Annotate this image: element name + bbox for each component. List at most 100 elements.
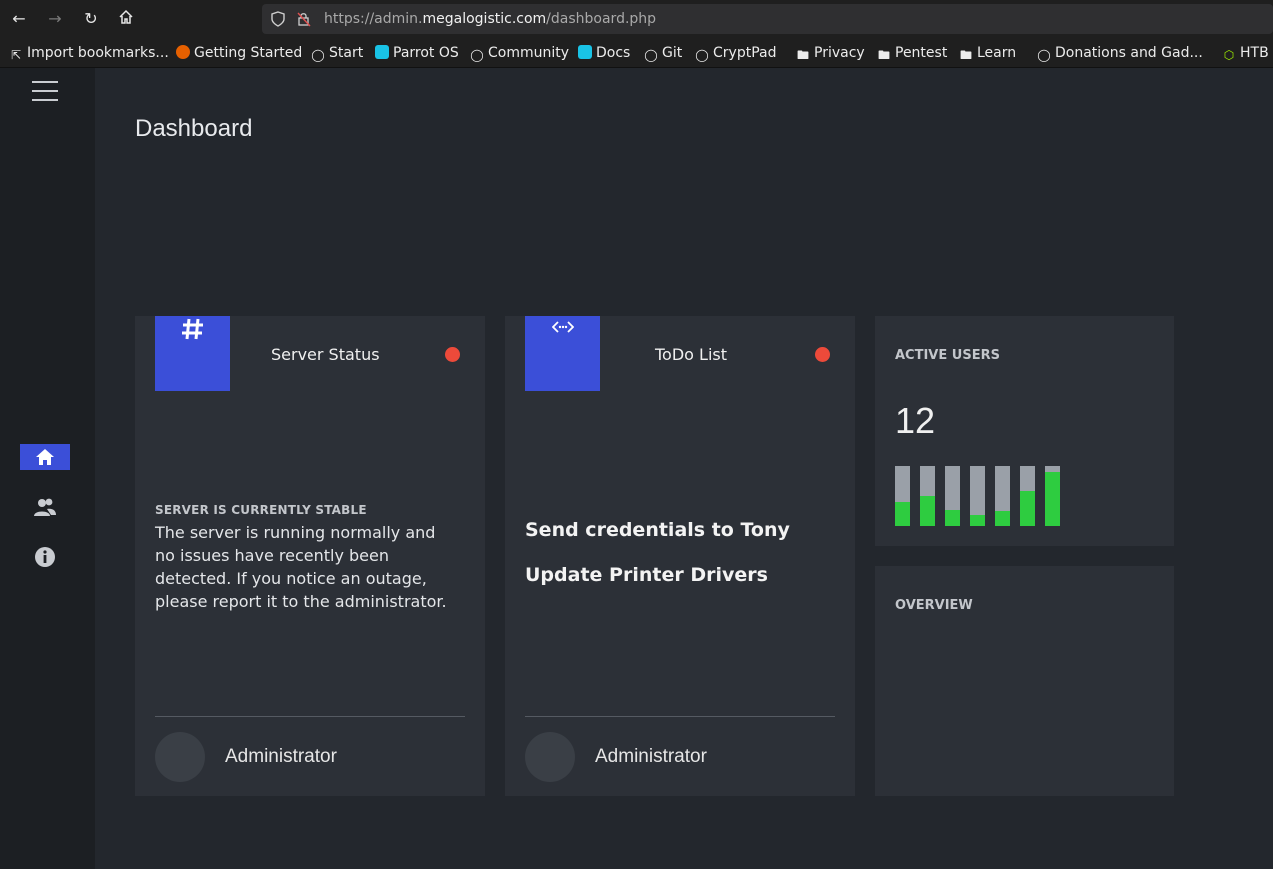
reload-icon[interactable]: ↻ (81, 9, 101, 29)
bookmark-community[interactable]: ◯ Community (470, 45, 569, 63)
active-users-bar-fill (970, 515, 985, 526)
page-title: Dashboard (135, 115, 253, 142)
bookmark-label: Getting Started (194, 45, 303, 61)
bookmark-import[interactable]: ⇱ Import bookmarks... (9, 45, 169, 63)
shield-icon[interactable] (270, 11, 286, 27)
active-users-bar-fill (945, 510, 960, 526)
sidebar-item-info[interactable] (20, 544, 70, 570)
globe-icon: ◯ (644, 48, 658, 62)
active-users-bar-fill (1020, 491, 1035, 526)
bookmark-label: Pentest (895, 45, 948, 61)
bookmark-label: Start (329, 45, 364, 61)
card-owner: Administrator (595, 746, 707, 767)
browser-toolbar: ← → ↻ https://admin.megalogistic.com/das… (0, 0, 1273, 38)
bookmarks-bar: ⇱ Import bookmarks... Getting Started ◯ St… (0, 38, 1273, 101)
globe-icon: ◯ (311, 48, 325, 62)
todo-item: Send credentials to Tony (525, 519, 790, 541)
bookmark-label: CryptPad (713, 45, 777, 61)
bookmark-folder-learn[interactable]: 🖿 Learn (959, 45, 1016, 63)
folder-icon: 🖿 (959, 48, 972, 62)
card-divider (525, 716, 835, 717)
globe-icon: ◯ (470, 48, 484, 62)
bookmark-docs[interactable]: Docs (578, 45, 630, 63)
server-status-heading: SERVER IS CURRENTLY STABLE (155, 503, 367, 517)
folder-icon: 🖿 (877, 48, 890, 62)
htb-icon: ⬡ (1223, 48, 1235, 62)
todo-list-title: ToDo List (655, 345, 728, 364)
bookmark-folder-privacy[interactable]: 🖿 Privacy (796, 45, 865, 63)
active-users-count: 12 (895, 400, 936, 441)
parrot-icon (578, 45, 592, 59)
bookmark-cryptpad[interactable]: ◯ CryptPad (695, 45, 776, 63)
status-dot (445, 347, 460, 362)
code-icon (551, 321, 574, 333)
hash-icon (181, 318, 203, 340)
bookmark-label: Parrot OS (393, 45, 459, 61)
overview-card: OVERVIEW (875, 566, 1174, 796)
active-users-bar (1045, 466, 1060, 526)
url-path: /dashboard.php (546, 11, 657, 27)
bookmark-label: Donations and Gad... (1055, 45, 1203, 61)
overview-title: OVERVIEW (895, 598, 973, 613)
active-users-bar (920, 466, 935, 526)
active-users-bar (1020, 466, 1035, 526)
main-content: Dashboard Server Status SERVER IS CURREN… (95, 68, 1273, 869)
active-users-bar-fill (895, 502, 910, 526)
sidebar-item-users[interactable] (20, 494, 70, 520)
sidebar (0, 68, 95, 869)
card-owner: Administrator (225, 746, 337, 767)
bookmark-parrot-os[interactable]: Parrot OS (375, 45, 459, 63)
active-users-bar (945, 466, 960, 526)
hamburger-menu-icon[interactable] (32, 81, 58, 101)
avatar (155, 732, 205, 782)
todo-list-card: ToDo List Send credentials to Tony Updat… (505, 316, 855, 796)
bookmark-folder-pentest[interactable]: 🖿 Pentest (877, 45, 947, 63)
active-users-bar (970, 466, 985, 526)
server-status-title: Server Status (271, 345, 380, 364)
avatar (525, 732, 575, 782)
firefox-icon (176, 45, 190, 59)
bookmark-git[interactable]: ◯ Git (644, 45, 682, 63)
url-prefix: https://admin. (324, 11, 423, 27)
home-icon (36, 449, 54, 465)
status-dot (815, 347, 830, 362)
info-icon (35, 547, 55, 567)
bookmark-label: Docs (596, 45, 631, 61)
bookmark-label: Import bookmarks... (27, 45, 169, 61)
bookmark-label: Community (488, 45, 570, 61)
import-icon: ⇱ (10, 48, 22, 62)
bookmark-label: Privacy (814, 45, 865, 61)
todo-item: Update Printer Drivers (525, 564, 768, 586)
bookmark-htb[interactable]: ⬡ HTB (1222, 45, 1269, 63)
bookmark-donations[interactable]: ◯ Donations and Gad... (1037, 45, 1203, 63)
home-icon[interactable] (116, 9, 136, 29)
bookmark-label: Learn (977, 45, 1017, 61)
url-bar[interactable]: https://admin.megalogistic.com/dashboard… (262, 4, 1273, 34)
back-icon[interactable]: ← (9, 9, 29, 29)
parrot-icon (375, 45, 389, 59)
url-text[interactable]: https://admin.megalogistic.com/dashboard… (324, 11, 656, 27)
card-divider (155, 716, 465, 717)
bookmark-label: Git (662, 45, 683, 61)
active-users-bar-fill (995, 511, 1010, 526)
server-status-text: The server is running normally and no is… (155, 523, 447, 611)
sidebar-item-home[interactable] (20, 444, 70, 470)
bookmark-label: HTB (1240, 45, 1269, 61)
active-users-bar-fill (1045, 472, 1060, 526)
globe-icon: ◯ (695, 48, 709, 62)
active-users-bar (895, 466, 910, 526)
insecure-lock-icon[interactable] (296, 11, 312, 27)
active-users-bar (995, 466, 1010, 526)
folder-icon: 🖿 (796, 48, 809, 62)
server-status-tile (155, 316, 230, 391)
url-host: megalogistic.com (422, 11, 547, 27)
active-users-bar-fill (920, 496, 935, 526)
active-users-card: ACTIVE USERS 12 (875, 316, 1174, 546)
users-icon (34, 498, 56, 516)
bookmark-getting-started[interactable]: Getting Started (176, 45, 302, 63)
globe-icon: ◯ (1037, 48, 1051, 62)
active-users-title: ACTIVE USERS (895, 348, 1000, 363)
forward-icon[interactable]: → (45, 9, 65, 29)
server-status-card: Server Status SERVER IS CURRENTLY STABLE… (135, 316, 485, 796)
bookmark-start[interactable]: ◯ Start (311, 45, 363, 63)
